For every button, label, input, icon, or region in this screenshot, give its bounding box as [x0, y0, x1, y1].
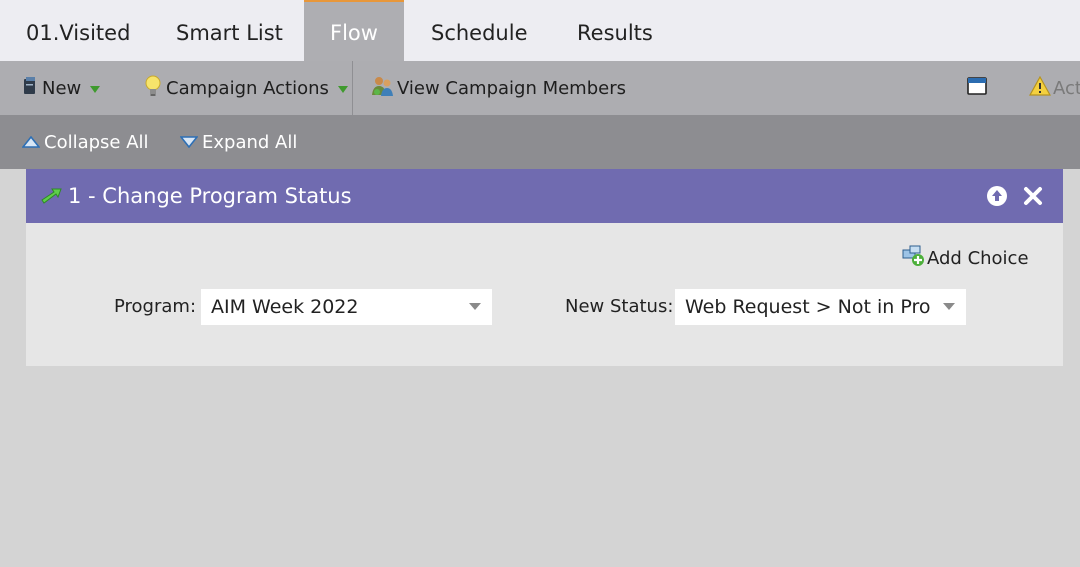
window-button[interactable] [967, 61, 987, 115]
new-status-label: New Status: [565, 296, 674, 317]
collapse-icon [21, 132, 41, 153]
tab-label: 01.Visited [26, 21, 131, 45]
tab-label: Smart List [176, 21, 283, 45]
chevron-down-icon [337, 85, 348, 93]
tab-label: Results [577, 21, 653, 45]
flow-step-body: Add Choice Program: AIM Week 2022 New St… [26, 223, 1063, 366]
tab-schedule[interactable]: Schedule [405, 0, 554, 61]
tab-bar: 01.Visited Smart List Flow Schedule Resu… [0, 0, 1080, 61]
campaign-actions-label: Campaign Actions [166, 77, 329, 99]
expand-icon [179, 132, 199, 153]
new-button[interactable]: New [22, 61, 101, 115]
tab-flow[interactable]: Flow [304, 0, 404, 61]
new-status-select[interactable]: Web Request > Not in Program [675, 289, 966, 325]
new-status-value: Web Request > Not in Program [685, 296, 931, 318]
chevron-down-icon [469, 303, 481, 310]
flow-step-title: 1 - Change Program Status [68, 184, 352, 208]
view-campaign-members-label: View Campaign Members [397, 77, 626, 99]
add-choice-label: Add Choice [927, 247, 1029, 269]
toolbar: New Campaign Actions View Campaign Membe… [0, 61, 1080, 115]
flow-step-header[interactable]: 1 - Change Program Status [26, 169, 1063, 223]
program-label: Program: [114, 296, 197, 317]
collapse-all-label: Collapse All [44, 131, 149, 153]
toolbar-divider [352, 61, 353, 115]
program-select[interactable]: AIM Week 2022 [201, 289, 492, 325]
close-icon[interactable] [1023, 186, 1043, 210]
activate-button[interactable]: Act [1028, 61, 1080, 115]
new-label: New [42, 77, 82, 99]
campaign-actions-button[interactable]: Campaign Actions [144, 61, 348, 115]
members-icon [371, 75, 395, 102]
window-icon [967, 76, 987, 100]
lightbulb-icon [144, 75, 162, 102]
move-up-icon[interactable] [987, 186, 1007, 210]
add-choice-icon [902, 245, 926, 271]
chevron-down-icon [90, 85, 101, 93]
expand-all-label: Expand All [202, 131, 298, 153]
program-value: AIM Week 2022 [211, 296, 359, 318]
tab-visited[interactable]: 01.Visited [0, 0, 156, 61]
change-status-icon [40, 188, 62, 208]
flow-toolbar: Collapse All Expand All [0, 115, 1080, 169]
chevron-down-icon [943, 303, 955, 310]
expand-all-button[interactable]: Expand All [179, 115, 298, 169]
tab-smart-list[interactable]: Smart List [150, 0, 309, 61]
warning-icon [1028, 75, 1052, 101]
add-choice-button[interactable]: Add Choice [902, 245, 1029, 271]
new-document-icon [22, 76, 38, 101]
collapse-all-button[interactable]: Collapse All [21, 115, 149, 169]
view-campaign-members-button[interactable]: View Campaign Members [371, 61, 626, 115]
activate-label: Act [1053, 77, 1080, 99]
tab-label: Schedule [431, 21, 528, 45]
tab-label: Flow [330, 21, 378, 45]
tab-results[interactable]: Results [551, 0, 679, 61]
